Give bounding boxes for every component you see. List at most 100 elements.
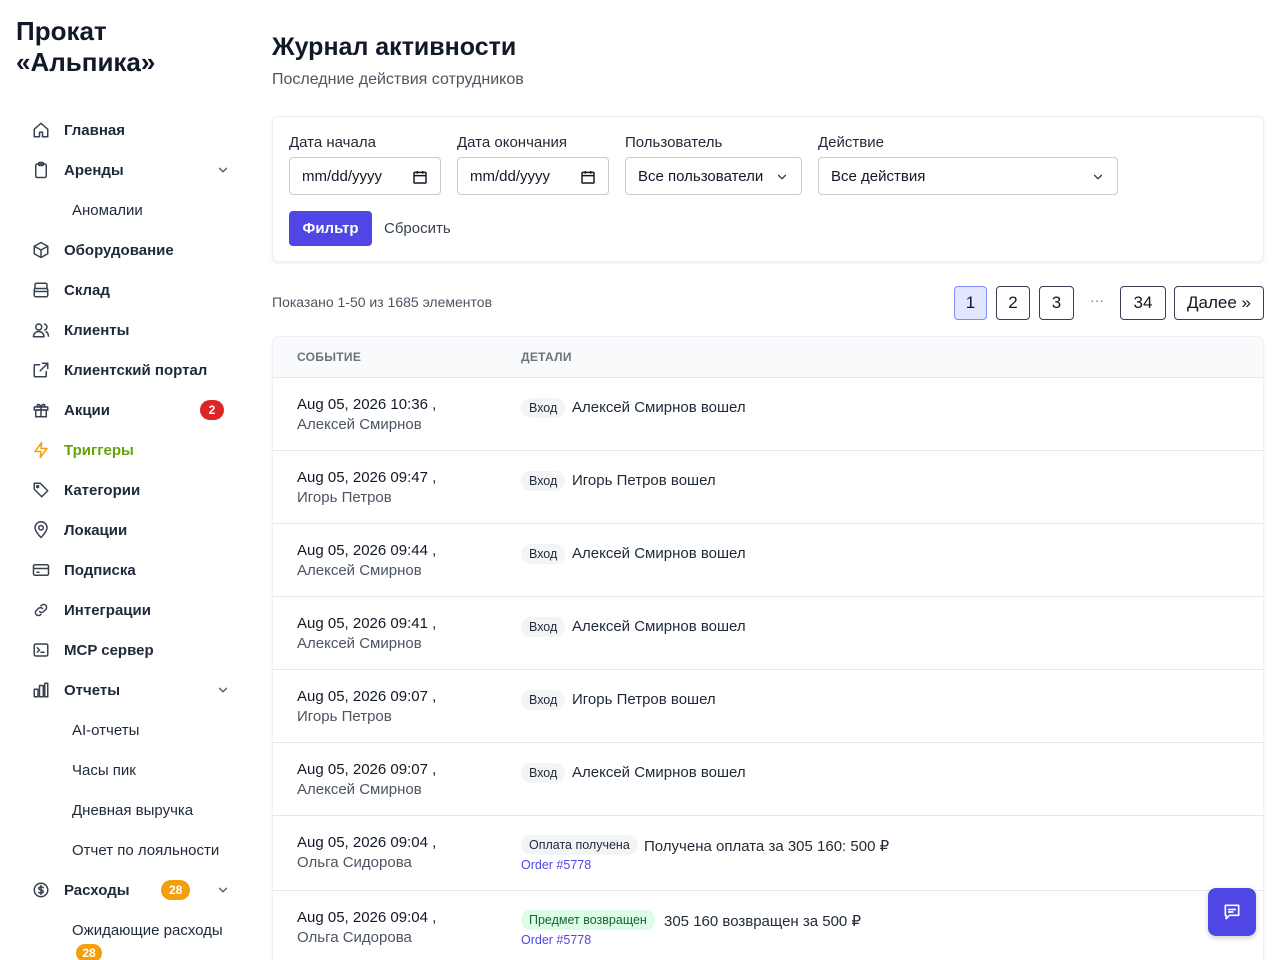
event-user: Ольга Сидорова bbox=[297, 854, 412, 871]
credit-card-icon bbox=[32, 564, 50, 576]
page-title: Журнал активности bbox=[272, 33, 517, 61]
event-datetime: Aug 05, 2026 09:41 , bbox=[297, 615, 437, 632]
results-summary: Показано 1-50 из 1685 элементов bbox=[272, 294, 493, 310]
sidebar-item-peak-hours[interactable]: Часы пик bbox=[0, 750, 250, 790]
page-3-button[interactable]: 3 bbox=[1039, 286, 1074, 320]
pending-expenses-badge: 28 bbox=[76, 944, 102, 960]
sidebar-item-label: Триггеры bbox=[64, 441, 134, 459]
event-user: Алексей Смирнов bbox=[297, 635, 422, 652]
next-page-button[interactable]: Далее » bbox=[1174, 286, 1264, 320]
sidebar-item-integrations[interactable]: Интеграции bbox=[0, 590, 250, 630]
sidebar-item-label: Отчет по лояльности bbox=[72, 841, 220, 859]
sidebar-item-label: Главная bbox=[64, 121, 126, 139]
sidebar-item-label: Склад bbox=[64, 281, 110, 299]
reset-button[interactable]: Сбросить bbox=[384, 220, 451, 237]
event-user: Алексей Смирнов bbox=[297, 781, 422, 798]
event-description: Игорь Петров вошел bbox=[572, 691, 716, 708]
sidebar-item-rentals[interactable]: Аренды bbox=[0, 150, 250, 190]
page-1-button[interactable]: 1 bbox=[954, 286, 987, 320]
sidebar-item-label: MCP сервер bbox=[64, 641, 154, 659]
event-user: Алексей Смирнов bbox=[297, 562, 422, 579]
event-description: Алексей Смирнов вошел bbox=[572, 545, 746, 562]
chevron-down-icon bbox=[1093, 174, 1103, 180]
event-datetime: Aug 05, 2026 09:04 , bbox=[297, 834, 437, 851]
table-row: Aug 05, 2026 09:04 , Ольга Сидорова Опла… bbox=[273, 816, 1263, 891]
action-tag: Вход bbox=[521, 544, 566, 564]
order-link[interactable]: Order #5778 bbox=[521, 933, 591, 947]
sidebar-item-ai-reports[interactable]: AI-отчеты bbox=[0, 710, 250, 750]
sidebar-item-categories[interactable]: Категории bbox=[0, 470, 250, 510]
sidebar-item-reports[interactable]: Отчеты bbox=[0, 670, 250, 710]
sidebar-item-daily-revenue[interactable]: Дневная выручка bbox=[0, 790, 250, 830]
chevron-down-icon[interactable] bbox=[216, 163, 230, 177]
sidebar-item-label: AI-отчеты bbox=[72, 721, 140, 739]
event-datetime: Aug 05, 2026 09:44 , bbox=[297, 542, 437, 559]
calendar-icon[interactable] bbox=[412, 169, 428, 185]
sidebar-item-subscription[interactable]: Подписка bbox=[0, 550, 250, 590]
sidebar-item-triggers[interactable]: Триггеры bbox=[0, 430, 250, 470]
event-datetime: Aug 05, 2026 09:07 , bbox=[297, 761, 437, 778]
sidebar-item-label: Ожидающие расходы bbox=[72, 921, 223, 939]
sidebar-item-locations[interactable]: Локации bbox=[0, 510, 250, 550]
chevron-down-icon[interactable] bbox=[216, 683, 230, 697]
event-description: 305 160 возвращен за 500 ₽ bbox=[664, 913, 861, 930]
sidebar-item-client-portal[interactable]: Клиентский портал bbox=[0, 350, 250, 390]
sidebar-item-label: Отчеты bbox=[64, 681, 121, 699]
chat-icon bbox=[1224, 904, 1240, 920]
user-select[interactable]: Все пользователи bbox=[625, 157, 802, 195]
sidebar-item-label: Расходы bbox=[64, 881, 130, 899]
order-link[interactable]: Order #5778 bbox=[521, 858, 591, 872]
action-filter-label: Действие bbox=[818, 134, 884, 151]
sidebar-item-loyalty-report[interactable]: Отчет по лояльности bbox=[0, 830, 250, 870]
sidebar-item-promotions[interactable]: Акции 2 bbox=[0, 390, 250, 430]
event-description: Алексей Смирнов вошел bbox=[572, 764, 746, 781]
sidebar-item-label: Оборудование bbox=[64, 241, 174, 259]
sidebar-item-label: Интеграции bbox=[64, 601, 151, 619]
sidebar-item-expenses[interactable]: Расходы 28 bbox=[0, 870, 250, 910]
action-tag: Вход bbox=[521, 398, 566, 418]
action-select[interactable]: Все действия bbox=[818, 157, 1118, 195]
table-row: Aug 05, 2026 09:07 , Алексей Смирнов Вхо… bbox=[273, 743, 1263, 816]
cube-icon bbox=[33, 241, 49, 259]
sidebar-item-pending-expenses[interactable]: Ожидающие расходы bbox=[0, 910, 250, 950]
event-description: Получена оплата за 305 160: 500 ₽ bbox=[644, 838, 890, 855]
terminal-icon bbox=[33, 643, 49, 657]
table-row: Aug 05, 2026 10:36 , Алексей Смирнов Вхо… bbox=[273, 378, 1263, 451]
page-2-button[interactable]: 2 bbox=[996, 286, 1030, 320]
calendar-icon[interactable] bbox=[580, 169, 596, 185]
chevron-down-icon[interactable] bbox=[216, 883, 230, 897]
promotions-badge: 2 bbox=[200, 400, 224, 420]
action-tag: Вход bbox=[521, 617, 566, 637]
bolt-icon bbox=[34, 441, 48, 459]
sidebar-nav: Главная Аренды Аномалии Оборудование Скл… bbox=[0, 110, 250, 950]
table-row: Aug 05, 2026 09:47 , Игорь Петров Вход И… bbox=[273, 451, 1263, 524]
map-pin-icon bbox=[34, 521, 48, 539]
chart-bar-icon bbox=[33, 682, 49, 698]
home-icon bbox=[33, 122, 49, 138]
sidebar-item-home[interactable]: Главная bbox=[0, 110, 250, 150]
table-header: СОБЫТИЕ ДЕТАЛИ bbox=[273, 337, 1263, 378]
page-last-button[interactable]: 34 bbox=[1120, 286, 1166, 320]
column-header-details: ДЕТАЛИ bbox=[521, 350, 572, 364]
sidebar-item-label: Дневная выручка bbox=[72, 801, 194, 819]
sidebar-item-label: Часы пик bbox=[72, 761, 136, 779]
event-datetime: Aug 05, 2026 09:07 , bbox=[297, 688, 437, 705]
page-subtitle: Последние действия сотрудников bbox=[272, 71, 524, 88]
sidebar-item-equipment[interactable]: Оборудование bbox=[0, 230, 250, 270]
end-date-input[interactable]: mm/dd/yyyy bbox=[457, 157, 609, 195]
sidebar-item-label: Аномалии bbox=[72, 201, 143, 219]
sidebar-item-anomalies[interactable]: Аномалии bbox=[0, 190, 250, 230]
sidebar-item-mcp-server[interactable]: MCP сервер bbox=[0, 630, 250, 670]
filter-panel: Дата начала mm/dd/yyyy Дата окончания mm… bbox=[272, 116, 1264, 262]
chat-button[interactable] bbox=[1208, 888, 1256, 936]
filter-button[interactable]: Фильтр bbox=[289, 211, 372, 246]
start-date-input[interactable]: mm/dd/yyyy bbox=[289, 157, 441, 195]
dollar-circle-icon bbox=[33, 882, 49, 898]
tag-icon bbox=[33, 482, 49, 498]
sidebar-item-clients[interactable]: Клиенты bbox=[0, 310, 250, 350]
sidebar-item-warehouse[interactable]: Склад bbox=[0, 270, 250, 310]
user-select-value: Все пользователи bbox=[638, 167, 764, 185]
sidebar-item-label: Клиенты bbox=[64, 321, 130, 339]
table-row: Aug 05, 2026 09:04 , Ольга Сидорова Пред… bbox=[273, 891, 1263, 960]
expenses-badge: 28 bbox=[161, 880, 191, 900]
